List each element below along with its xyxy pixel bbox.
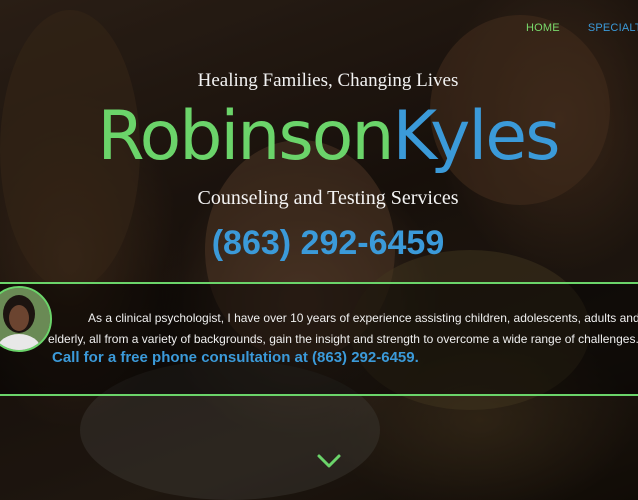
brand-subtitle: Counseling and Testing Services bbox=[197, 187, 459, 209]
bio-line-1: As a clinical psychologist, I have over … bbox=[88, 311, 638, 325]
bio-text: As a clinical psychologist, I have over … bbox=[48, 308, 638, 350]
chevron-down-icon[interactable] bbox=[316, 452, 342, 470]
tagline: Healing Families, Changing Lives bbox=[197, 70, 459, 91]
consultation-cta[interactable]: Call for a free phone consultation at (8… bbox=[52, 349, 419, 366]
brand-logo: RobinsonKyles bbox=[0, 92, 638, 182]
bio-line-2: elderly, all from a variety of backgroun… bbox=[48, 332, 638, 346]
nav-item-home[interactable]: HOME bbox=[526, 22, 560, 34]
brand-first: Robinson bbox=[97, 97, 394, 176]
main-nav: HOME SPECIALTIES bbox=[526, 22, 638, 34]
phone-number[interactable]: (863) 292-6459 bbox=[0, 224, 638, 263]
nav-item-specialties[interactable]: SPECIALTIES bbox=[588, 22, 638, 34]
brand-second: Kyles bbox=[392, 97, 561, 176]
